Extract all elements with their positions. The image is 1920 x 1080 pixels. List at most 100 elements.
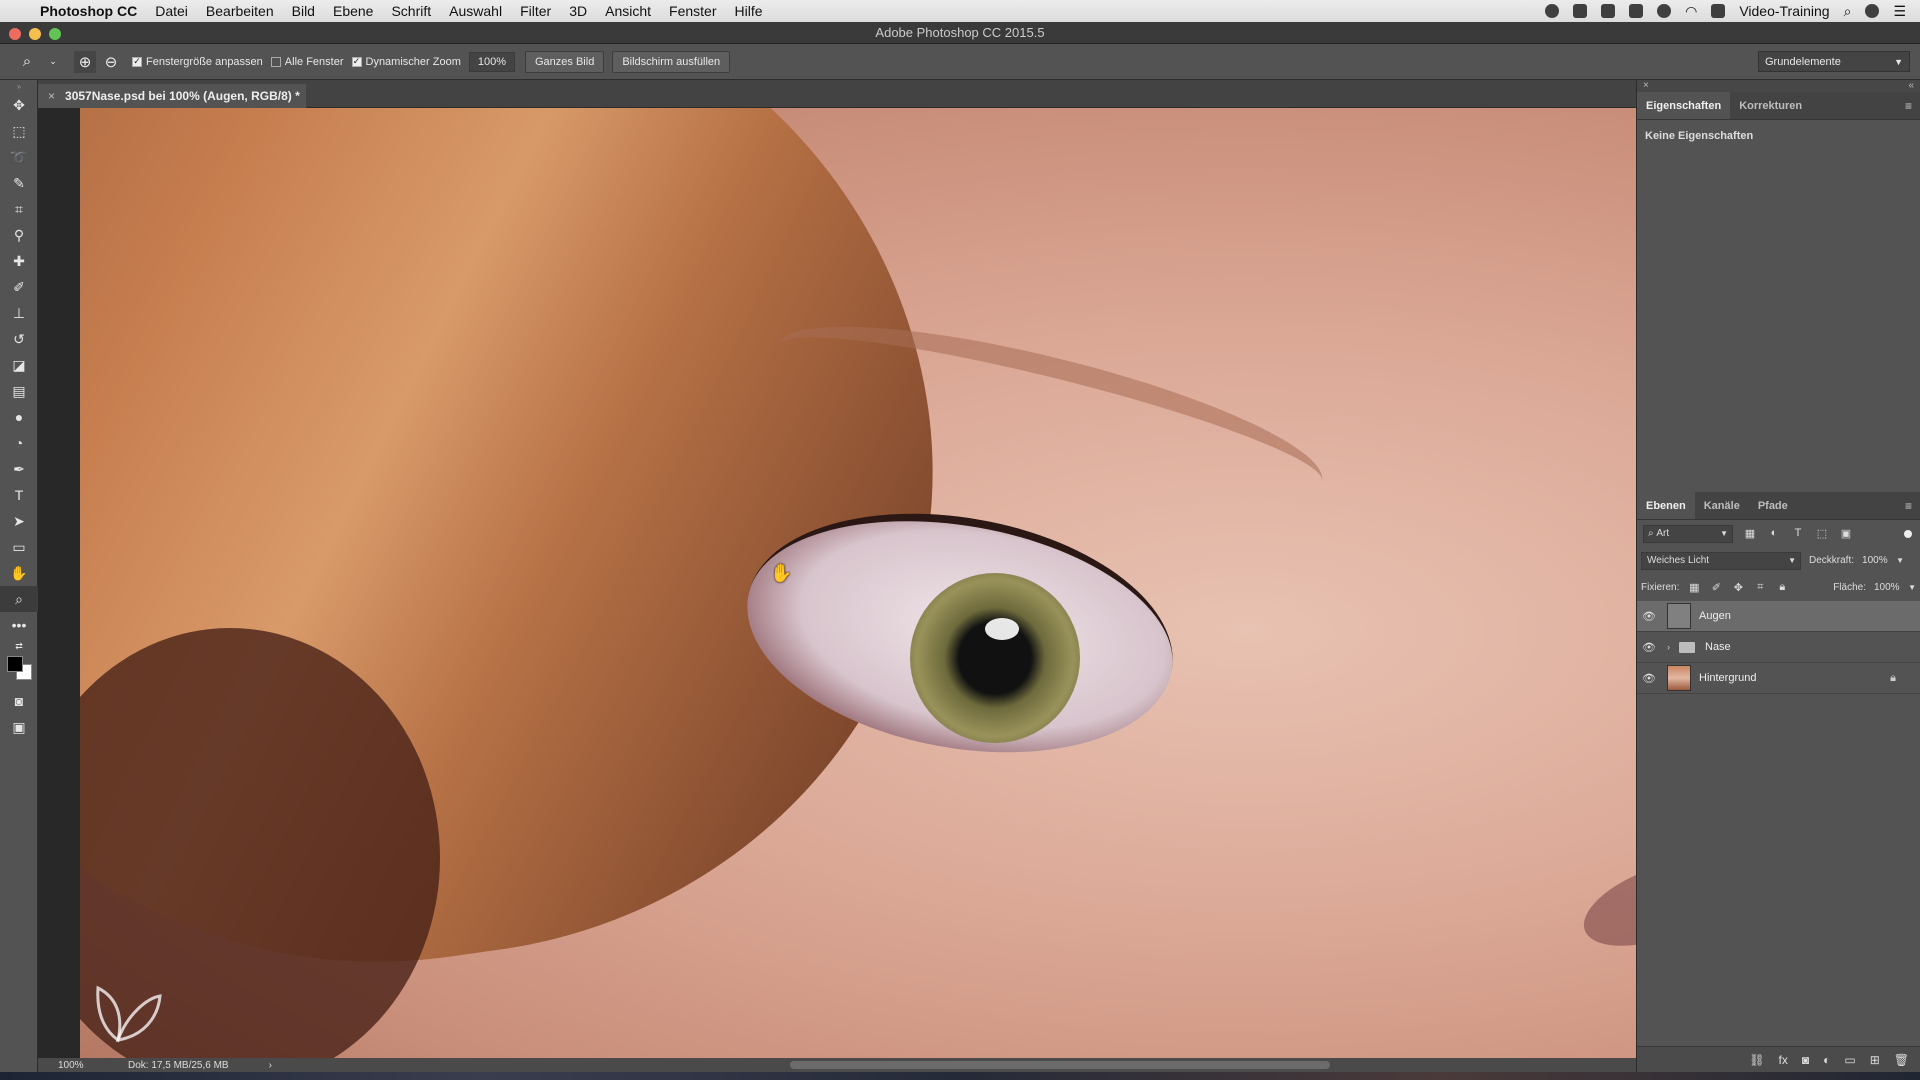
zoom-out-icon[interactable]: ⊖ (100, 51, 122, 73)
scrubby-zoom-checkbox[interactable]: ✓ Dynamischer Zoom (351, 56, 461, 68)
more-tools-icon[interactable]: ••• (0, 612, 38, 638)
menu-hilfe[interactable]: Hilfe (735, 3, 763, 19)
status-menu-arrow-icon[interactable]: › (269, 1060, 272, 1071)
tab-pfade[interactable]: Pfade (1749, 492, 1797, 519)
foreground-color-swatch[interactable] (7, 656, 23, 672)
preset-dropdown-chevron-icon[interactable]: ⌄ (42, 51, 64, 73)
new-layer-icon[interactable]: ⊞ (1870, 1053, 1880, 1067)
wifi-icon[interactable]: ◠ (1685, 3, 1697, 20)
filter-type-layers-icon[interactable]: T (1791, 527, 1805, 541)
link-layers-icon[interactable]: ⛓ (1749, 1053, 1764, 1067)
color-swatches[interactable] (0, 654, 38, 688)
tab-ebenen[interactable]: Ebenen (1637, 492, 1695, 519)
zoom-percent-field[interactable]: 100% (468, 51, 515, 72)
eraser-tool-icon[interactable]: ◪ (0, 352, 38, 378)
crop-tool-icon[interactable]: ⌗ (0, 196, 38, 222)
app-menu[interactable]: Photoshop CC (40, 3, 137, 19)
minimize-window-icon[interactable] (29, 28, 41, 40)
menu-3d[interactable]: 3D (569, 3, 587, 19)
lock-transparent-pixels-icon[interactable]: ▦ (1687, 581, 1701, 594)
clone-stamp-tool-icon[interactable]: ⊥ (0, 300, 38, 326)
maximize-window-icon[interactable] (49, 28, 61, 40)
move-tool-icon[interactable]: ✥ (0, 92, 38, 118)
menu-bild[interactable]: Bild (292, 3, 315, 19)
lock-image-pixels-icon[interactable]: ✐ (1709, 581, 1723, 594)
new-adjustment-layer-icon[interactable]: ◐ (1823, 1053, 1830, 1067)
hand-tool-icon[interactable]: ✋ (0, 560, 38, 586)
lock-position-icon[interactable]: ✥ (1731, 581, 1745, 594)
fill-field[interactable]: 100% ▼ (1870, 579, 1920, 597)
layer-augen[interactable]: 👁︎ Augen (1637, 601, 1920, 632)
quick-selection-tool-icon[interactable]: ✎ (0, 170, 38, 196)
document-tab[interactable]: × 3057Nase.psd bei 100% (Augen, RGB/8) * (38, 84, 306, 108)
new-group-icon[interactable]: ▭ (1844, 1053, 1855, 1067)
screen-mode-icon[interactable]: ▣ (0, 714, 38, 740)
filter-pixel-layers-icon[interactable]: ▦ (1743, 527, 1757, 541)
tab-eigenschaften[interactable]: Eigenschaften (1637, 92, 1731, 119)
menu-auswahl[interactable]: Auswahl (449, 3, 502, 19)
eyedropper-tool-icon[interactable]: ⚲ (0, 222, 38, 248)
blend-mode-select[interactable]: Weiches Licht ▼ (1641, 551, 1801, 570)
menu-fenster[interactable]: Fenster (669, 3, 716, 19)
record-icon[interactable] (1545, 4, 1560, 18)
healing-brush-tool-icon[interactable]: ✚ (0, 248, 38, 274)
collapse-toolbar-icon[interactable]: » (0, 80, 38, 92)
type-tool-icon[interactable]: T (0, 482, 38, 508)
filter-kind-select[interactable]: ⌕ Art ▼ (1643, 524, 1733, 543)
menu-bearbeiten[interactable]: Bearbeiten (206, 3, 274, 19)
all-windows-checkbox[interactable]: Alle Fenster (270, 56, 344, 68)
lock-artboard-icon[interactable]: ⌗ (1753, 581, 1767, 594)
brush-tool-icon[interactable]: ✐ (0, 274, 38, 300)
blur-tool-icon[interactable]: ● (0, 404, 38, 430)
pen-tool-icon[interactable]: ✒ (0, 456, 38, 482)
filter-shape-layers-icon[interactable]: ⬚ (1815, 527, 1829, 541)
zoom-tool-preset-icon[interactable]: ⌕ (16, 51, 38, 73)
zoom-tool-icon[interactable]: ⌕ (0, 586, 38, 612)
delete-layer-icon[interactable]: 🗑︎ (1894, 1053, 1909, 1067)
history-brush-tool-icon[interactable]: ↺ (0, 326, 38, 352)
tab-korrekturen[interactable]: Korrekturen (1730, 92, 1811, 119)
lasso-tool-icon[interactable]: ➰ (0, 144, 38, 170)
zoom-in-icon[interactable]: ⊕ (74, 50, 96, 73)
menu-ansicht[interactable]: Ansicht (605, 3, 651, 19)
visibility-eye-icon[interactable]: 👁︎ (1637, 672, 1661, 685)
filter-toggle-icon[interactable] (1904, 529, 1912, 538)
filter-adjustment-layers-icon[interactable]: ◐ (1767, 527, 1781, 541)
chevron-right-icon[interactable]: › (1667, 642, 1679, 652)
add-mask-icon[interactable]: ◙ (1802, 1053, 1809, 1067)
horizontal-scrollbar[interactable] (790, 1061, 1330, 1069)
opacity-field[interactable]: 100% ▼ (1858, 552, 1908, 570)
quick-mask-icon[interactable]: ◙ (0, 688, 38, 714)
status-zoom[interactable]: 100% (38, 1060, 98, 1071)
menu-ebene[interactable]: Ebene (333, 3, 373, 19)
display-icon[interactable] (1601, 4, 1616, 18)
gradient-tool-icon[interactable]: ▤ (0, 378, 38, 404)
document-canvas[interactable]: ✋ (80, 108, 1636, 1058)
layer-group-nase[interactable]: 👁︎ › Nase (1637, 632, 1920, 663)
airplay-icon[interactable] (1711, 4, 1726, 18)
close-window-icon[interactable] (9, 28, 21, 40)
dodge-tool-icon[interactable]: ◔ (0, 430, 38, 456)
filter-smart-objects-icon[interactable]: ▣ (1839, 527, 1853, 541)
marquee-tool-icon[interactable]: ⬚ (0, 118, 38, 144)
resize-windows-checkbox[interactable]: ✓ Fenstergröße anpassen (132, 56, 263, 68)
bluetooth-icon[interactable] (1657, 4, 1672, 18)
close-document-icon[interactable]: × (48, 89, 55, 103)
menu-filter[interactable]: Filter (520, 3, 551, 19)
menu-schrift[interactable]: Schrift (391, 3, 431, 19)
spotlight-search-icon[interactable]: ⌕ (1844, 3, 1852, 20)
lock-all-icon[interactable]: 🔒︎ (1775, 581, 1789, 594)
layer-hintergrund[interactable]: 👁︎ Hintergrund 🔒︎ (1637, 663, 1920, 694)
visibility-eye-icon[interactable]: 👁︎ (1637, 641, 1661, 654)
close-panel-icon[interactable]: × (1643, 80, 1649, 91)
user-name[interactable]: Video-Training (1739, 3, 1829, 19)
workspace-switcher[interactable]: Grundelemente ▼ (1758, 51, 1910, 72)
notification-center-icon[interactable]: ☰ (1893, 3, 1906, 20)
app-tray-icon[interactable] (1629, 4, 1644, 18)
panel-menu-icon[interactable]: ≡ (1905, 99, 1912, 113)
visibility-eye-icon[interactable]: 👁︎ (1637, 610, 1661, 623)
path-selection-tool-icon[interactable]: ➤ (0, 508, 38, 534)
menu-datei[interactable]: Datei (155, 3, 188, 19)
collapse-panel-icon[interactable]: « (1908, 80, 1914, 92)
fit-screen-button[interactable]: Ganzes Bild (525, 50, 605, 73)
